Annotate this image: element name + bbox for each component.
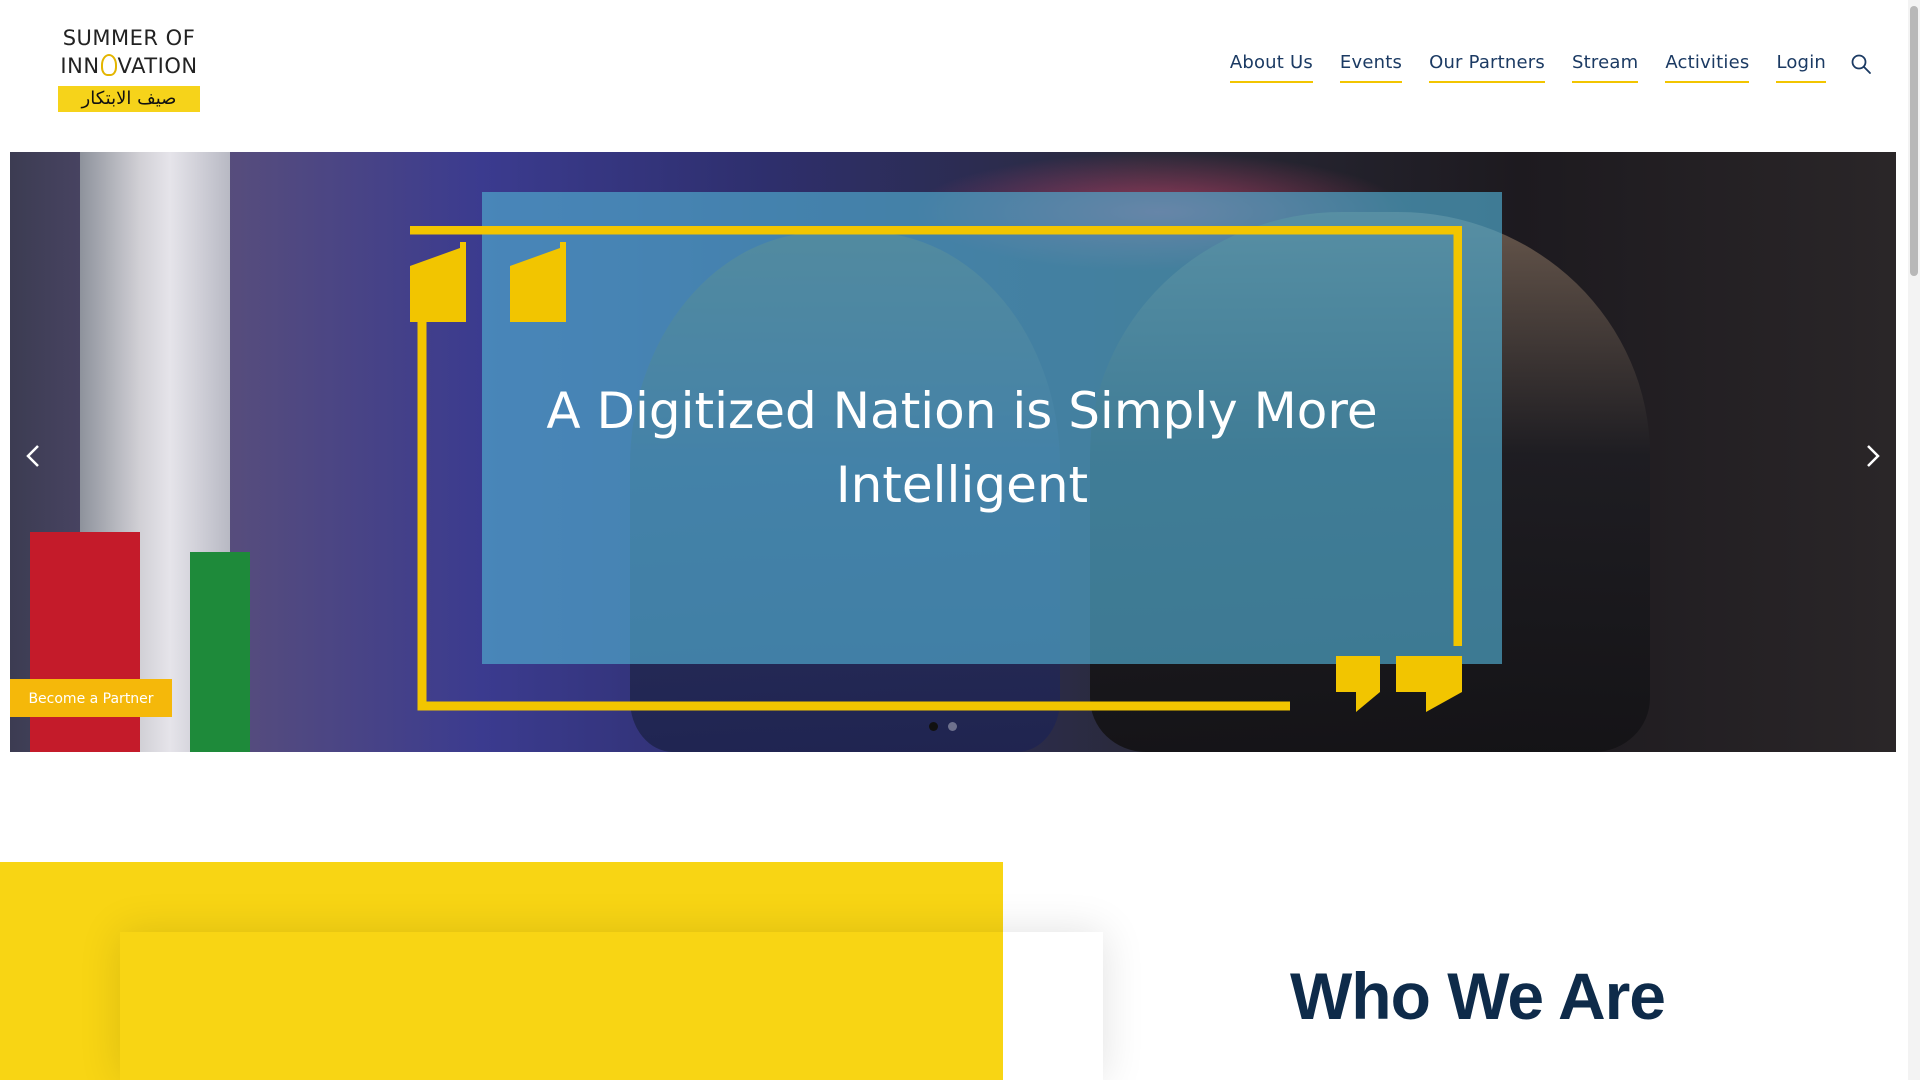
logo-line2: INN VATION bbox=[58, 54, 200, 78]
nav-our-partners[interactable]: Our Partners bbox=[1429, 52, 1545, 83]
site-logo[interactable]: SUMMER OF INN VATION صيف الابتكار bbox=[58, 26, 200, 116]
hero-bg-flag-green bbox=[190, 552, 250, 752]
hero-title: A Digitized Nation is Simply More Intell… bbox=[546, 382, 1378, 514]
scrollbar[interactable] bbox=[1908, 0, 1920, 1080]
scrollbar-thumb[interactable] bbox=[1910, 6, 1918, 276]
logo-line1: SUMMER OF bbox=[62, 26, 196, 50]
chevron-left-icon[interactable] bbox=[22, 440, 46, 472]
chevron-right-icon[interactable] bbox=[1860, 440, 1884, 472]
search-icon[interactable] bbox=[1850, 53, 1872, 75]
nav-login[interactable]: Login bbox=[1776, 52, 1826, 83]
main-nav: About Us Events Our Partners Stream Acti… bbox=[1203, 52, 1872, 83]
lightbulb-icon bbox=[100, 54, 117, 76]
nav-stream[interactable]: Stream bbox=[1571, 52, 1639, 83]
logo-arabic: صيف الابتكار bbox=[58, 86, 200, 112]
become-partner-button[interactable]: Become a Partner bbox=[10, 679, 172, 717]
about-card-yellow bbox=[120, 932, 1003, 1080]
slider-dot-2[interactable] bbox=[948, 722, 957, 731]
slider-dots bbox=[924, 722, 962, 731]
site-header: SUMMER OF INN VATION صيف الابتكار About U… bbox=[0, 0, 1908, 152]
nav-activities[interactable]: Activities bbox=[1665, 52, 1750, 83]
page: SUMMER OF INN VATION صيف الابتكار About U… bbox=[0, 0, 1920, 1080]
nav-about-us[interactable]: About Us bbox=[1229, 52, 1313, 83]
logo-line2-b: VATION bbox=[117, 54, 198, 78]
about-title: Who We Are bbox=[1290, 959, 1666, 1033]
hero-bg-flag-red bbox=[30, 532, 140, 752]
nav-events[interactable]: Events bbox=[1339, 52, 1403, 83]
logo-line2-a: INN bbox=[60, 54, 100, 78]
hero-slider: A Digitized Nation is Simply More Intell… bbox=[10, 152, 1896, 752]
slider-dot-1[interactable] bbox=[929, 722, 938, 731]
